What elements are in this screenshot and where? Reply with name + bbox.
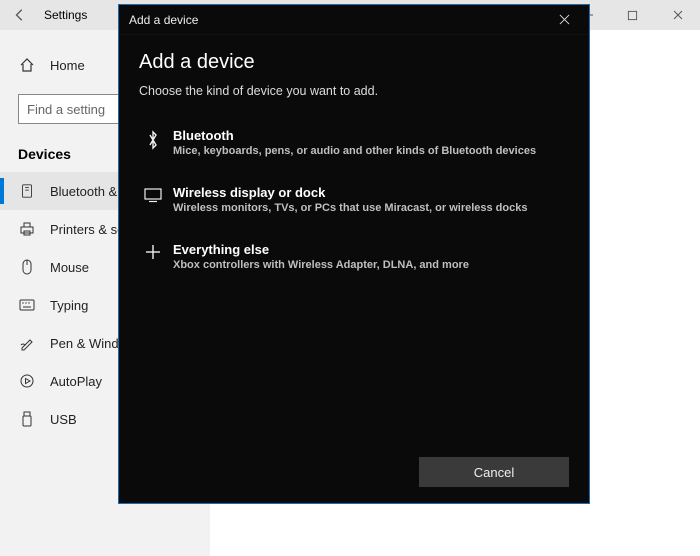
pen-icon [18, 335, 36, 351]
sidebar-item-label: USB [50, 412, 77, 427]
option-title: Wireless display or dock [173, 185, 569, 200]
maximize-icon [627, 10, 638, 21]
printer-icon [18, 221, 36, 237]
sidebar-item-label: AutoPlay [50, 374, 102, 389]
option-title: Everything else [173, 242, 569, 257]
option-desc: Mice, keyboards, pens, or audio and othe… [173, 145, 569, 157]
keyboard-icon [18, 299, 36, 311]
dialog-heading: Add a device [139, 51, 569, 74]
option-wireless-display[interactable]: Wireless display or dock Wireless monito… [139, 177, 569, 222]
option-everything-else[interactable]: Everything else Xbox controllers with Wi… [139, 234, 569, 279]
maximize-button[interactable] [610, 0, 655, 30]
dialog-titlebar: Add a device [119, 5, 589, 35]
plus-icon [139, 242, 167, 271]
option-title: Bluetooth [173, 128, 569, 143]
option-bluetooth[interactable]: Bluetooth Mice, keyboards, pens, or audi… [139, 120, 569, 165]
dialog-title: Add a device [129, 13, 549, 27]
close-icon [672, 9, 684, 21]
mouse-icon [18, 259, 36, 275]
arrow-left-icon [13, 8, 27, 22]
sidebar-item-label: Typing [50, 298, 88, 313]
usb-icon [18, 411, 36, 427]
dialog-body: Add a device Choose the kind of device y… [119, 35, 589, 447]
bluetooth-icon [18, 183, 36, 199]
option-desc: Wireless monitors, TVs, or PCs that use … [173, 202, 569, 214]
option-desc: Xbox controllers with Wireless Adapter, … [173, 259, 569, 271]
dialog-subheading: Choose the kind of device you want to ad… [139, 84, 569, 98]
add-device-dialog: Add a device Add a device Choose the kin… [118, 4, 590, 504]
dialog-close-button[interactable] [549, 5, 579, 35]
close-icon [559, 14, 570, 25]
window-title: Settings [40, 8, 87, 22]
search-placeholder: Find a setting [27, 102, 105, 117]
home-label: Home [50, 58, 85, 73]
home-icon [18, 57, 36, 73]
autoplay-icon [18, 373, 36, 389]
bluetooth-icon [139, 128, 167, 157]
dialog-footer: Cancel [119, 447, 589, 503]
back-button[interactable] [0, 8, 40, 22]
cancel-button[interactable]: Cancel [419, 457, 569, 487]
sidebar-item-label: Mouse [50, 260, 89, 275]
monitor-icon [139, 185, 167, 214]
close-window-button[interactable] [655, 0, 700, 30]
